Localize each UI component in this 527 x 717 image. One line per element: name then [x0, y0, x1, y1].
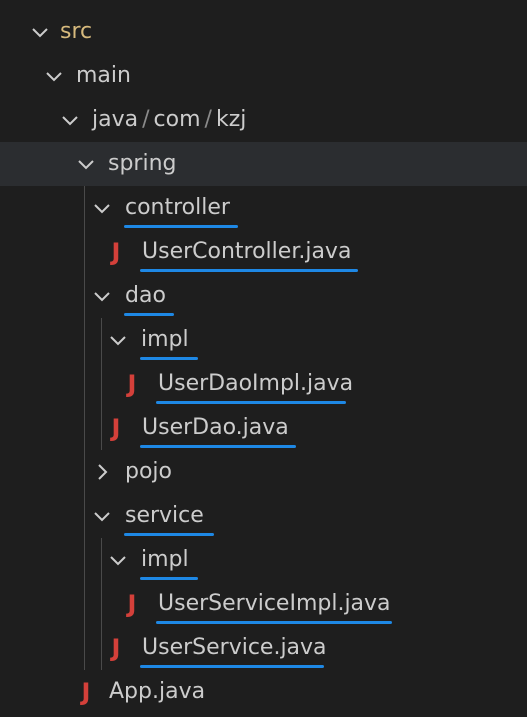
annotation-underline-service: [124, 533, 214, 536]
tree-item-label: spring: [108, 151, 177, 176]
tree-item-spring[interactable]: spring: [0, 142, 527, 186]
java-file-icon: J: [81, 678, 91, 706]
tree-item-label: UserServiceImpl.java: [158, 591, 391, 616]
chevron-down-icon: [76, 154, 96, 174]
tree-item-app-java[interactable]: J App.java: [0, 670, 527, 714]
chevron-down-icon: [108, 550, 128, 570]
tree-item-user-dao-java[interactable]: J UserDao.java: [0, 406, 527, 450]
tree-item-dao-impl[interactable]: impl: [0, 318, 527, 362]
tree-item-label: impl: [141, 547, 189, 572]
tree-item-label: UserController.java: [142, 239, 352, 264]
java-file-icon: J: [127, 370, 137, 398]
java-file-icon: J: [111, 238, 121, 266]
tree-item-label: impl: [141, 327, 189, 352]
path-segment-kzj[interactable]: kzj: [216, 107, 246, 132]
tree-item-label: main: [76, 63, 131, 88]
annotation-underline-user-dao-impl: [156, 401, 346, 404]
annotation-underline-dao: [124, 313, 174, 316]
tree-item-label: service: [125, 503, 204, 528]
annotation-underline-controller: [124, 225, 238, 228]
tree-item-label: UserDao.java: [142, 415, 289, 440]
annotation-underline-user-service: [140, 665, 324, 668]
chevron-down-icon: [60, 110, 80, 130]
tree-item-java-com-kzj[interactable]: java / com / kzj: [0, 98, 527, 142]
tree-item-service-impl[interactable]: impl: [0, 538, 527, 582]
tree-item-user-service-java[interactable]: J UserService.java: [0, 626, 527, 670]
annotation-underline-user-controller: [140, 269, 358, 272]
tree-item-user-dao-impl-java[interactable]: J UserDaoImpl.java: [0, 362, 527, 406]
tree-item-label: UserService.java: [142, 635, 327, 660]
path-separator: /: [142, 107, 150, 132]
path-segment-java[interactable]: java: [92, 107, 138, 132]
file-explorer-tree: src main java / com / kzj spring controller …: [0, 10, 527, 714]
tree-item-main[interactable]: main: [0, 54, 527, 98]
tree-item-user-service-impl-java[interactable]: J UserServiceImpl.java: [0, 582, 527, 626]
annotation-underline-service-impl: [140, 577, 198, 580]
tree-item-user-controller-java[interactable]: J UserController.java: [0, 230, 527, 274]
chevron-down-icon: [30, 22, 50, 42]
annotation-underline-dao-impl: [140, 357, 198, 360]
tree-item-label: UserDaoImpl.java: [158, 371, 354, 396]
chevron-right-icon: [92, 462, 112, 482]
chevron-down-icon: [44, 66, 64, 86]
java-file-icon: J: [111, 634, 121, 662]
chevron-down-icon: [92, 198, 112, 218]
tree-item-src[interactable]: src: [0, 10, 527, 54]
tree-item-label: dao: [125, 283, 166, 308]
tree-item-pojo[interactable]: pojo: [0, 450, 527, 494]
java-file-icon: J: [111, 414, 121, 442]
annotation-underline-user-dao: [140, 445, 296, 448]
chevron-down-icon: [108, 330, 128, 350]
tree-item-label: src: [60, 19, 93, 44]
tree-item-label: controller: [125, 195, 230, 220]
tree-item-label: App.java: [109, 679, 206, 704]
tree-item-controller[interactable]: controller: [0, 186, 527, 230]
path-separator: /: [204, 107, 212, 132]
annotation-underline-user-service-impl: [156, 621, 392, 624]
path-segment-com[interactable]: com: [154, 107, 201, 132]
tree-item-dao[interactable]: dao: [0, 274, 527, 318]
chevron-down-icon: [92, 286, 112, 306]
tree-item-service[interactable]: service: [0, 494, 527, 538]
chevron-down-icon: [92, 506, 112, 526]
tree-item-label: pojo: [125, 459, 172, 484]
compact-folder-path: java / com / kzj: [92, 105, 246, 135]
java-file-icon: J: [127, 590, 137, 618]
